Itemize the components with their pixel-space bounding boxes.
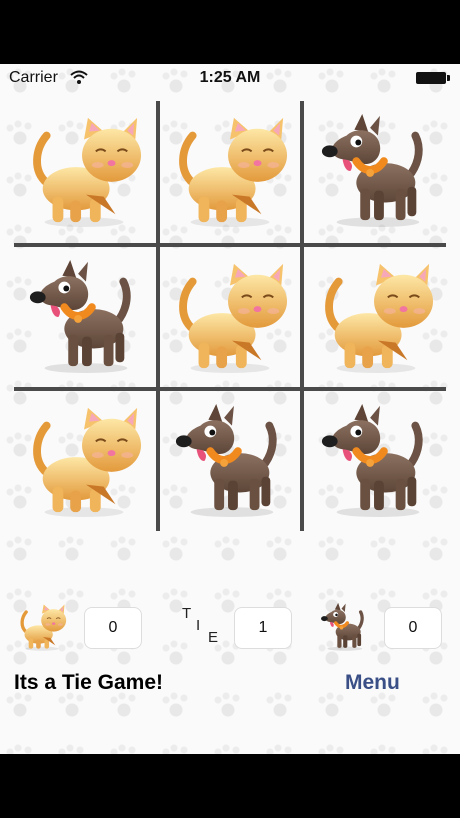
board-cell-1[interactable] xyxy=(14,101,154,241)
dog-score-value: 0 xyxy=(384,607,442,649)
board-cell-5[interactable] xyxy=(160,247,300,387)
clock: 1:25 AM xyxy=(199,69,261,86)
cat-piece-icon xyxy=(25,402,143,520)
cat-score-icon xyxy=(14,602,70,652)
game-result-text: Its a Tie Game! xyxy=(14,671,164,694)
dog-piece-icon xyxy=(25,258,143,376)
menu-button[interactable]: Menu xyxy=(345,671,400,695)
board-cell-4[interactable] xyxy=(14,247,154,387)
cat-score-value: 0 xyxy=(84,607,142,649)
cat-piece-icon xyxy=(171,112,289,230)
tie-letter-t: T xyxy=(182,605,192,622)
status-bar: Carrier 1:25 AM xyxy=(0,64,460,92)
board-cell-3[interactable] xyxy=(306,101,446,241)
board-cell-7[interactable] xyxy=(14,391,154,531)
board-cell-9[interactable] xyxy=(306,391,446,531)
battery-icon xyxy=(416,72,450,84)
dog-piece-icon xyxy=(317,112,435,230)
board-cell-6[interactable] xyxy=(306,247,446,387)
tie-letter-e: E xyxy=(208,629,219,646)
board-cell-2[interactable] xyxy=(160,101,300,241)
tie-letter-i: I xyxy=(196,617,201,634)
grid-line-vertical-2 xyxy=(300,101,304,531)
dog-piece-icon xyxy=(171,402,289,520)
grid-line-vertical-1 xyxy=(156,101,160,531)
tie-score-value: 1 xyxy=(234,607,292,649)
board-cell-8[interactable] xyxy=(160,391,300,531)
cat-piece-icon xyxy=(317,258,435,376)
app-screen: Carrier 1:25 AM 0 T I E 1 0 Its a Tie Ga… xyxy=(0,64,460,754)
game-board xyxy=(14,101,446,531)
cat-piece-icon xyxy=(171,258,289,376)
dog-score-icon xyxy=(316,602,372,652)
grid-line-horizontal-2 xyxy=(14,387,446,391)
cat-piece-icon xyxy=(25,112,143,230)
dog-piece-icon xyxy=(317,402,435,520)
grid-line-horizontal-1 xyxy=(14,243,446,247)
